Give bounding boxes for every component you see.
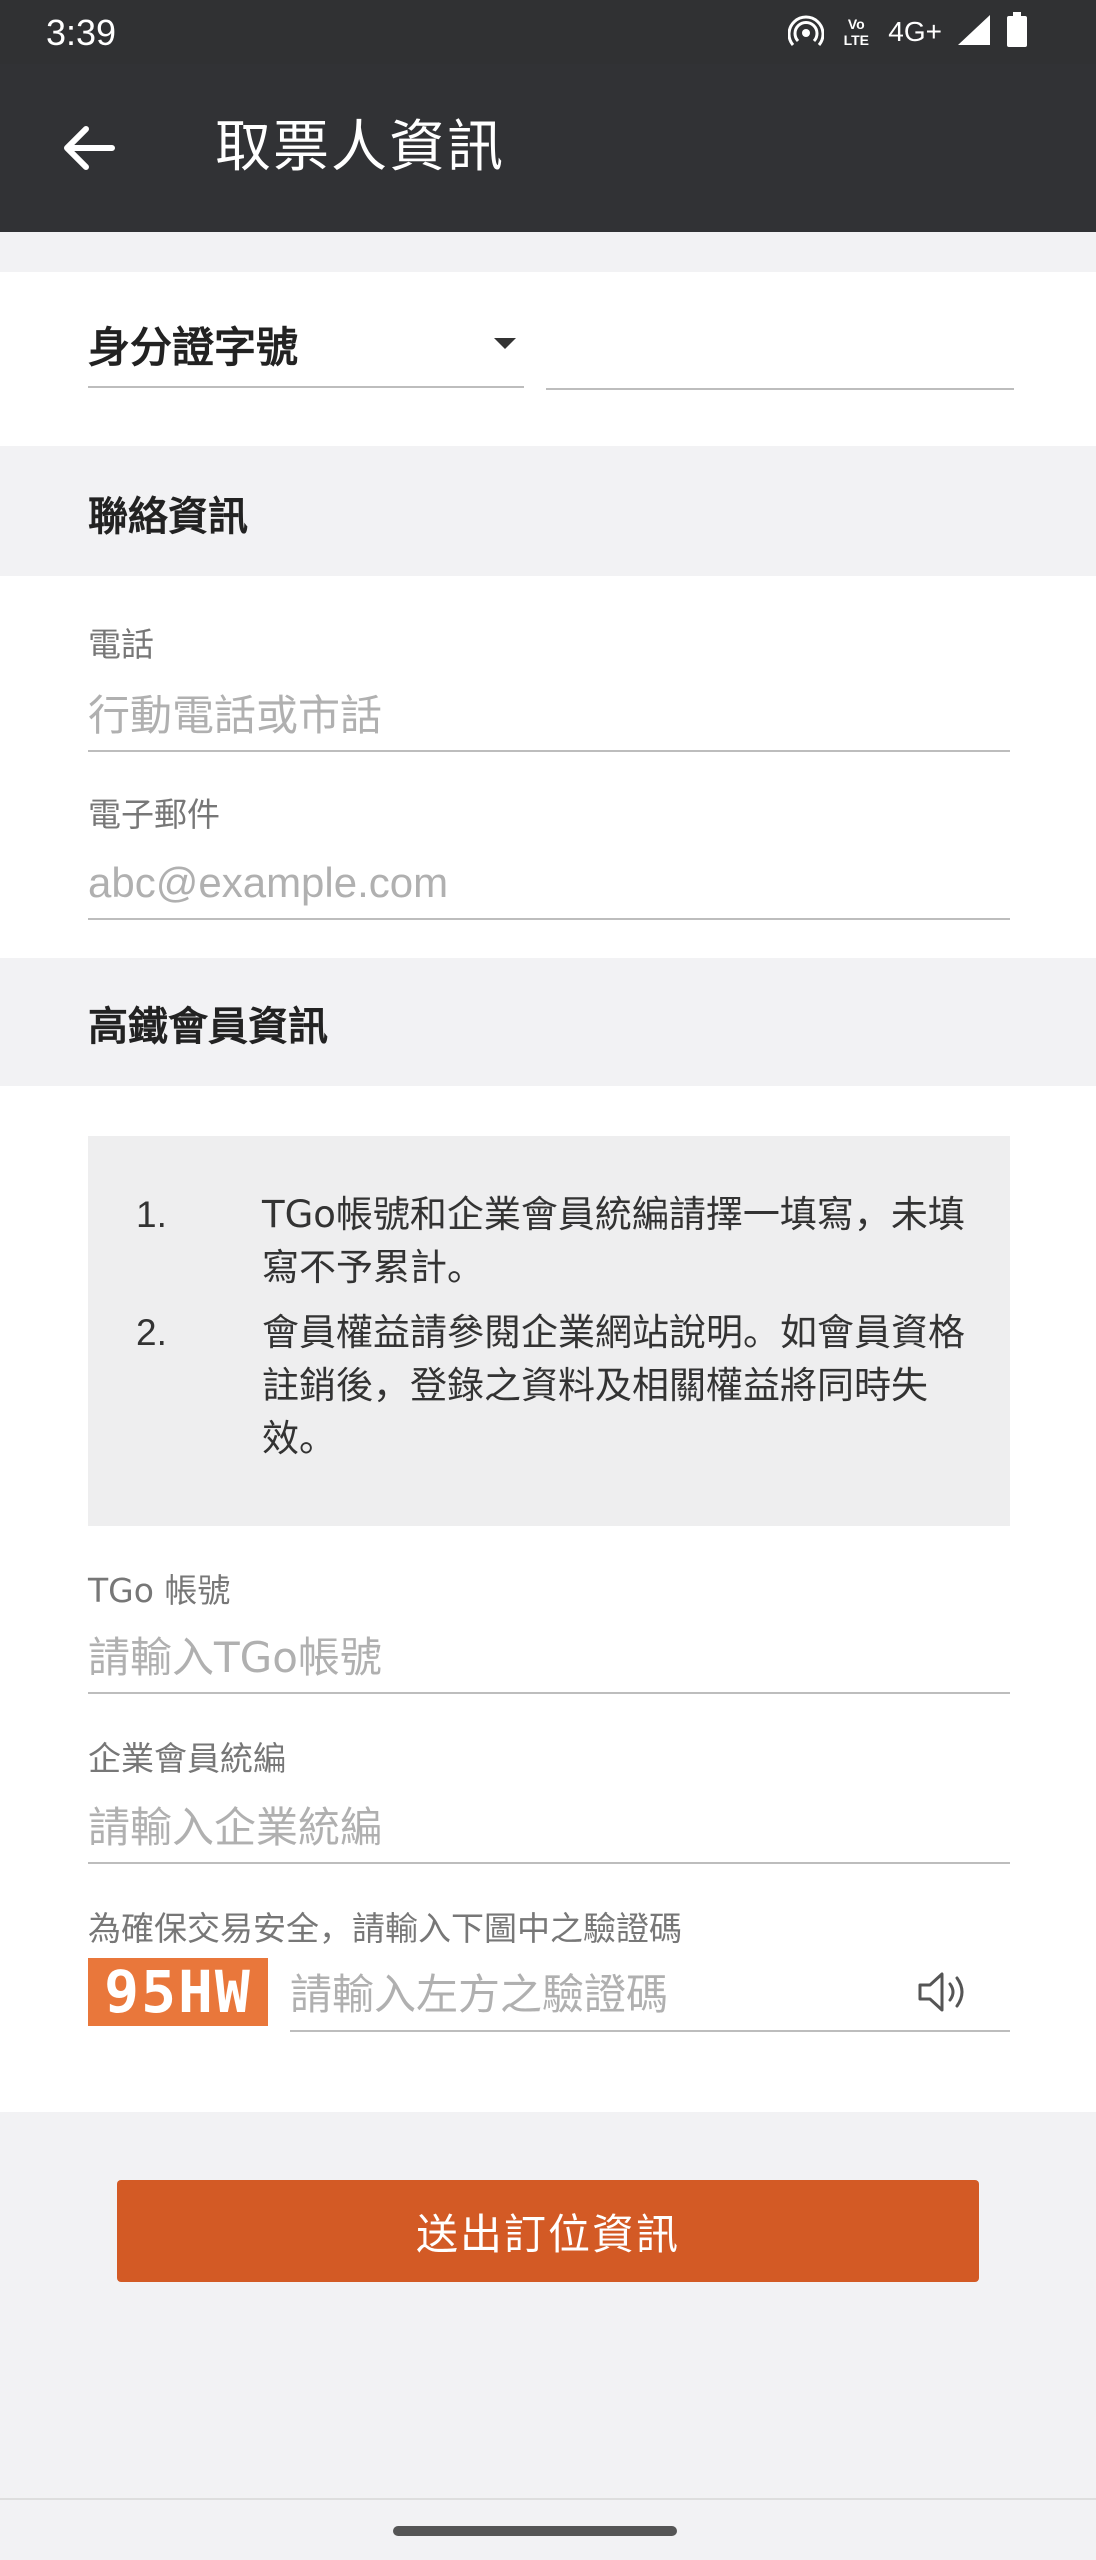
captcha-input[interactable] xyxy=(290,1958,1010,2032)
volte-icon: Vo LTE xyxy=(843,16,869,48)
notice-text: 會員權益請參閱企業網站說明。如會員資格註銷後，登錄之資料及相關權益將同時失效。 xyxy=(262,1311,965,1460)
contact-section-title: 聯絡資訊 xyxy=(88,494,248,540)
contact-section-header: 聯絡資訊 xyxy=(0,446,1096,576)
hotspot-icon xyxy=(787,13,825,51)
status-icons: Vo LTE 4G+ xyxy=(787,10,1028,54)
notice-number: 2. xyxy=(136,1312,167,1353)
network-type: 4G+ xyxy=(888,16,942,47)
company-id-input[interactable] xyxy=(88,1792,1010,1864)
gesture-handle[interactable] xyxy=(393,2526,677,2536)
captcha-label: 為確保交易安全，請輸入下圖中之驗證碼 xyxy=(88,1909,682,1948)
notice-text: TGo帳號和企業會員統編請擇一填寫，未填寫不予累計。 xyxy=(262,1193,965,1289)
company-id-label: 企業會員統編 xyxy=(88,1739,286,1778)
email-input[interactable] xyxy=(88,848,1010,920)
email-label: 電子郵件 xyxy=(88,795,220,834)
id-type-select[interactable]: 身分證字號 xyxy=(88,308,524,388)
tgo-account-input[interactable] xyxy=(88,1622,1010,1694)
id-number-input[interactable] xyxy=(546,308,1014,390)
signal-icon xyxy=(956,13,992,51)
notice-number: 1. xyxy=(136,1194,167,1235)
page-title: 取票人資訊 xyxy=(215,115,505,180)
speaker-icon[interactable] xyxy=(916,1968,972,2016)
submit-booking-button[interactable]: 送出訂位資訊 xyxy=(117,2180,979,2282)
captcha-image: 95HW xyxy=(88,1958,268,2026)
nav-divider xyxy=(0,2498,1096,2500)
id-type-value: 身分證字號 xyxy=(88,323,299,372)
status-bar: 3:39 Vo LTE 4G+ xyxy=(0,0,1096,64)
status-time: 3:39 xyxy=(46,12,117,53)
member-section-header: 高鐵會員資訊 xyxy=(0,958,1096,1086)
app-bar: 取票人資訊 xyxy=(0,64,1096,232)
back-button[interactable] xyxy=(52,112,124,184)
dropdown-arrow-icon xyxy=(494,338,516,349)
phone-label: 電話 xyxy=(88,625,154,664)
phone-input[interactable] xyxy=(88,680,1010,752)
battery-icon xyxy=(1006,12,1028,52)
notice-box: 1. TGo帳號和企業會員統編請擇一填寫，未填寫不予累計。 2. 會員權益請參閱… xyxy=(88,1136,1010,1526)
arrow-left-icon xyxy=(64,126,115,170)
tgo-label: TGo 帳號 xyxy=(88,1571,231,1610)
member-section-title: 高鐵會員資訊 xyxy=(88,1004,328,1050)
